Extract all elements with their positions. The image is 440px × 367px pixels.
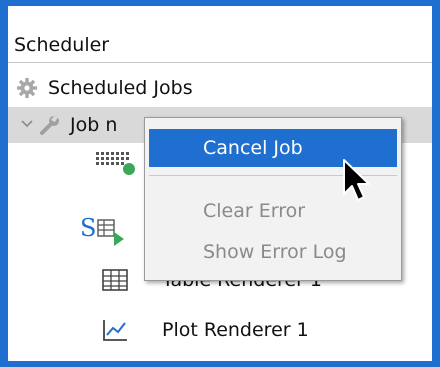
tree-item-plot-renderer[interactable]: Plot Renderer 1	[8, 312, 432, 348]
menu-item-show-error-log: Show Error Log	[203, 241, 347, 263]
tree-item-label: Job n	[70, 114, 118, 136]
table-icon	[102, 269, 128, 291]
script-table-icon: S	[80, 214, 124, 246]
gear-icon	[17, 78, 37, 98]
wrench-icon	[40, 116, 59, 135]
tree-item-label: Scheduled Jobs	[48, 77, 193, 99]
chevron-down-icon[interactable]	[20, 117, 34, 131]
data-grid-icon	[96, 152, 135, 175]
line-chart-icon	[103, 320, 127, 341]
svg-text:S: S	[80, 214, 96, 242]
mouse-cursor-icon	[343, 159, 370, 201]
tree-item-label: Plot Renderer 1	[162, 319, 309, 341]
panel-header: Scheduler	[8, 6, 432, 63]
panel-title: Scheduler	[14, 34, 110, 56]
tree-item-scheduled-jobs[interactable]: Scheduled Jobs	[8, 70, 432, 106]
